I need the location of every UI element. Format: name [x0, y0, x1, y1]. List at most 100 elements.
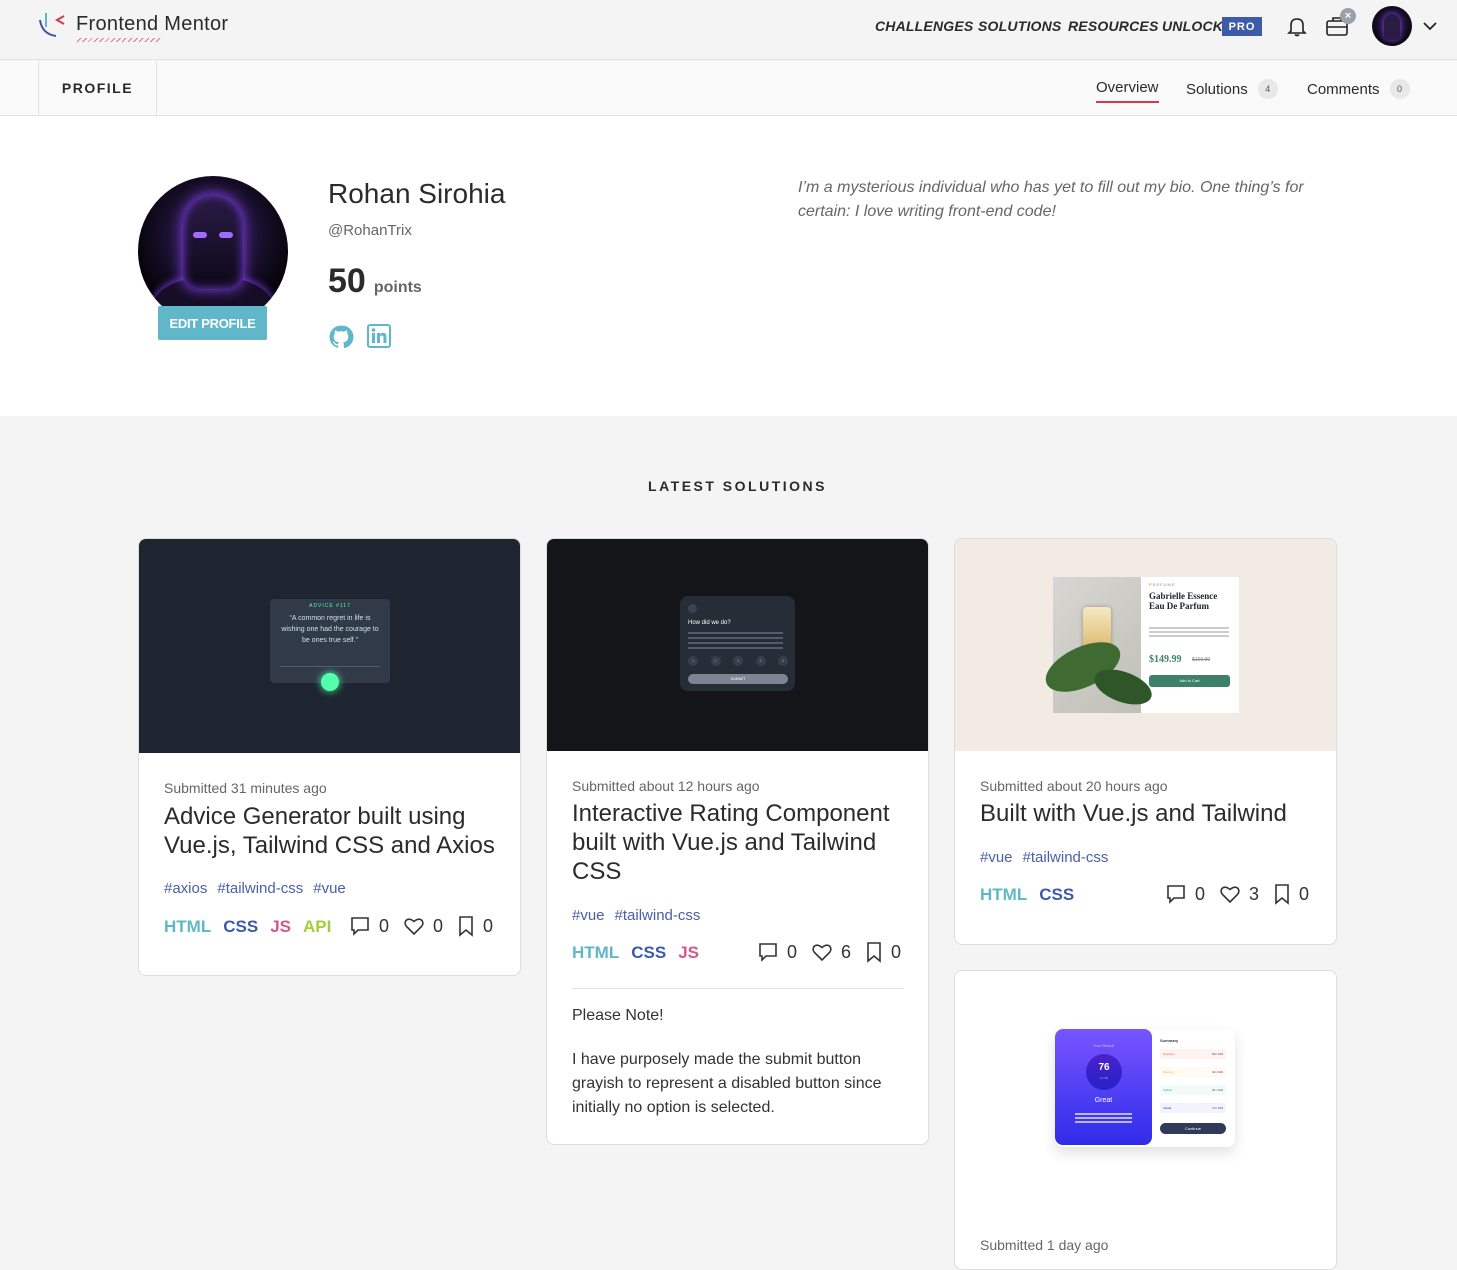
nav-unlock-link[interactable]: UNLOCK [1162, 18, 1223, 34]
results-panel: Your Result 76 of 100 Great [1055, 1029, 1152, 1145]
heart-icon [404, 918, 424, 936]
solution-card[interactable]: ADVICE #117 “A common regret in life is … [138, 538, 521, 976]
lang-css: CSS [1039, 885, 1075, 904]
tab-overview[interactable]: Overview [1096, 79, 1159, 103]
close-badge[interactable]: × [1340, 8, 1356, 24]
comment-stat[interactable]: 0 [349, 915, 389, 937]
tab-overview-label: Overview [1096, 79, 1159, 96]
solution-title[interactable]: Built with Vue.js and Tailwind [980, 799, 1320, 828]
solution-title[interactable]: Advice Generator built using Vue.js, Tai… [164, 802, 504, 860]
nav-challenges-link[interactable]: CHALLENGES [875, 18, 973, 34]
note-body: I have purposely made the submit button … [572, 1051, 882, 1116]
edit-profile-button[interactable]: EDIT PROFILE [158, 306, 267, 340]
submitted-time: Submitted about 12 hours ago [572, 778, 760, 794]
solution-card[interactable]: How did we do? 1 2 3 4 5 SUBMIT Submitte… [546, 538, 929, 1145]
solution-thumbnail[interactable]: How did we do? 1 2 3 4 5 SUBMIT [547, 539, 928, 751]
nav-challenges[interactable]: CHALLENGES [875, 18, 973, 34]
rating-option: 3 [733, 656, 743, 666]
summary-row-score: 72 / 100 [1212, 1106, 1223, 1110]
points-value: 50 [328, 262, 366, 300]
profile-bio: I’m a mysterious individual who has yet … [798, 179, 1304, 220]
solution-card[interactable]: Your Result 76 of 100 Great Summary Reac… [954, 970, 1337, 1270]
like-count: 0 [433, 915, 444, 936]
linkedin-icon[interactable] [367, 324, 391, 348]
rating-mockup-heading: How did we do? [688, 620, 731, 626]
solution-stats: 0 3 0 [1151, 883, 1309, 905]
nav-resources[interactable]: RESOURCES [1068, 18, 1158, 34]
lang-css: CSS [223, 917, 259, 936]
result-description [1075, 1113, 1132, 1115]
advice-mockup-label: ADVICE #117 [309, 603, 351, 609]
tag-vue[interactable]: #vue [572, 907, 605, 924]
rating-mockup: How did we do? 1 2 3 4 5 SUBMIT [680, 596, 795, 691]
tag-tailwind-css[interactable]: #tailwind-css [615, 907, 701, 924]
nav-solutions[interactable]: SOLUTIONS [978, 18, 1061, 34]
submitted-time: Submitted 31 minutes ago [164, 780, 327, 796]
lang-js: JS [270, 917, 291, 936]
nav-unlock[interactable]: UNLOCK [1162, 18, 1223, 34]
like-stat[interactable]: 0 [403, 915, 443, 937]
summary-row-score: 80 / 100 [1212, 1052, 1223, 1056]
solution-languages: HTML CSS [980, 885, 1074, 905]
submitted-time: Submitted about 20 hours ago [980, 778, 1168, 794]
points-label: points [373, 279, 422, 296]
continue-mock-button: Continue [1160, 1123, 1226, 1134]
bell-icon[interactable] [1286, 15, 1308, 37]
bookmark-stat[interactable]: 0 [457, 915, 493, 937]
solution-card[interactable]: PERFUME Gabrielle Essence Eau De Parfum … [954, 538, 1337, 945]
top-navigation-bar: Frontend Mentor CHALLENGES SOLUTIONS RES… [0, 0, 1457, 60]
tab-solutions-label: Solutions [1186, 80, 1248, 98]
github-icon[interactable] [328, 324, 354, 350]
profile-points: 50 points [328, 262, 422, 301]
user-avatar[interactable] [1372, 6, 1412, 46]
latest-solutions-heading: LATEST SOLUTIONS [648, 478, 827, 494]
tab-comments[interactable]: Comments 0 [1307, 79, 1410, 99]
advice-mockup: ADVICE #117 “A common regret in life is … [270, 599, 390, 691]
solution-thumbnail[interactable]: PERFUME Gabrielle Essence Eau De Parfum … [955, 539, 1336, 751]
nav-solutions-link[interactable]: SOLUTIONS [978, 18, 1061, 34]
solution-tags: #axios #tailwind-css #vue [164, 880, 346, 897]
lang-js: JS [678, 943, 699, 962]
advice-mockup-quote: “A common regret in life is wishing one … [281, 615, 379, 644]
chevron-down-icon[interactable] [1422, 20, 1438, 32]
tag-vue[interactable]: #vue [313, 880, 346, 897]
tag-vue[interactable]: #vue [980, 849, 1013, 866]
solution-title[interactable]: Interactive Rating Component built with … [572, 799, 912, 886]
comment-icon [351, 917, 369, 936]
tag-tailwind-css[interactable]: #tailwind-css [217, 880, 303, 897]
tag-tailwind-css[interactable]: #tailwind-css [1023, 849, 1109, 866]
solutions-count-badge: 4 [1257, 79, 1278, 99]
logo-icon [39, 13, 65, 37]
solution-stats: 0 6 0 [743, 941, 901, 963]
dice-icon [321, 673, 339, 691]
result-grade: Great [1094, 1097, 1113, 1104]
summary-row-name: Memory [1163, 1070, 1174, 1074]
summary-row-score: 92 / 100 [1212, 1070, 1223, 1074]
score-value: 76 [1098, 1062, 1110, 1073]
tab-solutions[interactable]: Solutions 4 [1186, 79, 1278, 99]
solution-tags: #vue #tailwind-css [980, 849, 1108, 866]
solution-thumbnail[interactable]: ADVICE #117 “A common regret in life is … [139, 539, 520, 753]
like-stat[interactable]: 6 [811, 941, 851, 963]
summary-row: Verbal 61 / 100 [1160, 1085, 1226, 1095]
perfume-image [1038, 577, 1157, 713]
summary-row-score: 61 / 100 [1212, 1088, 1223, 1092]
results-heading: Your Result [1093, 1043, 1114, 1048]
perfume-old-price: $169.99 [1192, 657, 1211, 663]
comment-stat[interactable]: 0 [757, 941, 797, 963]
score-circle: 76 of 100 [1086, 1054, 1122, 1090]
like-count: 6 [841, 941, 852, 962]
nav-resources-link[interactable]: RESOURCES [1068, 18, 1158, 34]
tag-axios[interactable]: #axios [164, 880, 207, 897]
pro-badge[interactable]: PRO [1222, 17, 1262, 36]
comment-stat[interactable]: 0 [1165, 883, 1205, 905]
bookmark-stat[interactable]: 0 [865, 941, 901, 963]
like-stat[interactable]: 3 [1219, 883, 1259, 905]
solution-thumbnail[interactable]: Your Result 76 of 100 Great Summary Reac… [955, 971, 1336, 1185]
rating-option: 4 [755, 656, 766, 666]
perfume-description [1149, 627, 1229, 629]
bookmark-stat[interactable]: 0 [1273, 883, 1309, 905]
star-icon [688, 604, 697, 613]
rating-option: 5 [778, 656, 788, 666]
site-logo[interactable]: Frontend Mentor [38, 10, 228, 42]
